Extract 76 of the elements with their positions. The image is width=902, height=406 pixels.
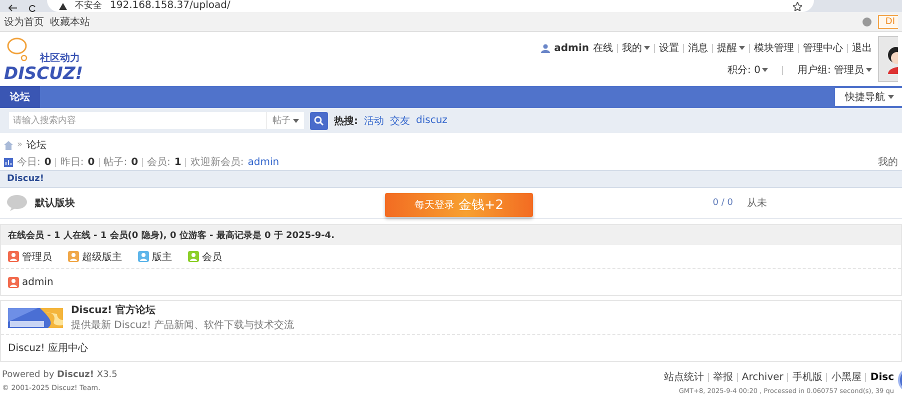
stat-label: 会员: bbox=[147, 156, 170, 169]
category-title[interactable]: Discuz! bbox=[7, 174, 44, 184]
hot-search-link[interactable]: discuz bbox=[416, 115, 448, 126]
footer-link[interactable]: 站点统计 bbox=[664, 370, 704, 384]
user-menu-link[interactable]: 模块管理 bbox=[754, 41, 794, 55]
text-link[interactable]: Discuz! 应用中心 bbox=[8, 341, 88, 355]
forum-counts: 0 / 0 bbox=[712, 198, 733, 208]
last-post: 从未 bbox=[747, 196, 768, 210]
user-menu-link[interactable]: 设置 bbox=[659, 41, 679, 55]
breadcrumb-separator: » bbox=[17, 140, 23, 150]
featured-link-title[interactable]: Discuz! 官方论坛 bbox=[71, 303, 294, 317]
caret-icon bbox=[739, 46, 745, 50]
stat-value: 0 bbox=[44, 156, 52, 168]
stat-value: 0 bbox=[131, 156, 138, 168]
user-icon bbox=[541, 44, 550, 52]
stat-label: 昨日: bbox=[60, 156, 84, 169]
stat-label: 欢迎新会员: bbox=[190, 156, 244, 169]
footer-link[interactable]: 小黑屋 bbox=[831, 370, 862, 384]
breadcrumb-link[interactable]: 论坛 bbox=[26, 138, 47, 152]
warning-icon bbox=[59, 2, 67, 10]
security-label: 不安全 bbox=[75, 0, 102, 12]
user-menu-link[interactable]: 管理中心 bbox=[803, 41, 843, 55]
hot-search-link[interactable]: 活动 bbox=[364, 114, 384, 128]
logo-text[interactable]: DISCUZ! bbox=[4, 65, 94, 83]
quick-nav-button[interactable]: 快捷导航 bbox=[835, 88, 902, 106]
legend-label: 会员 bbox=[202, 250, 222, 264]
star-icon[interactable] bbox=[793, 2, 802, 10]
logo-tagline: 社区动力 bbox=[40, 52, 81, 65]
online-user-link[interactable]: admin bbox=[22, 276, 54, 288]
hot-search-label: 热搜: bbox=[334, 114, 358, 128]
user-menu-link[interactable]: 消息 bbox=[688, 41, 708, 55]
footer-link[interactable]: 手机版 bbox=[792, 370, 822, 384]
daily-login-banner: 每天登录 金钱+2 bbox=[385, 193, 533, 217]
topbar-link[interactable]: 收藏本站 bbox=[50, 14, 90, 28]
reload-icon[interactable] bbox=[28, 4, 37, 12]
avatar[interactable] bbox=[878, 36, 898, 82]
user-menu-link[interactable]: 我的 bbox=[622, 41, 650, 55]
powered-by: Powered by Discuz! X3.5 bbox=[2, 370, 118, 380]
featured-link-description: 提供最新 Discuz! 产品新闻、软件下载与技术交流 bbox=[71, 318, 294, 332]
user-meta-link[interactable]: 积分: 0 bbox=[728, 63, 768, 77]
footer-link[interactable]: 举报 bbox=[712, 370, 733, 384]
search-type-select[interactable]: 帖子 bbox=[266, 112, 304, 129]
stat-label: 帖子: bbox=[104, 156, 128, 169]
user-menu-link[interactable]: 退出 bbox=[852, 41, 872, 55]
caret-icon bbox=[888, 95, 894, 99]
footer-link[interactable]: Disc bbox=[870, 372, 894, 382]
stat-label: 今日: bbox=[17, 156, 40, 169]
legend-label: 管理员 bbox=[22, 250, 52, 264]
online-summary: 在线会员 - 1 人在线 - 1 会员(0 隐身), 0 位游客 - 最高记录是 0 于 2025-9-4. bbox=[8, 229, 334, 242]
caret-icon bbox=[866, 68, 872, 72]
username-link[interactable]: admin bbox=[554, 42, 589, 54]
new-member-link[interactable]: admin bbox=[248, 156, 280, 168]
topbar-link[interactable]: 设为首页 bbox=[4, 14, 44, 28]
my-link[interactable]: 我的 bbox=[878, 155, 898, 169]
search-button[interactable] bbox=[310, 112, 328, 130]
footer-link[interactable]: Archiver bbox=[742, 372, 784, 382]
user-meta-link[interactable]: 用户组: 管理员 bbox=[797, 63, 872, 77]
caret-icon bbox=[762, 68, 768, 72]
caret-icon bbox=[644, 46, 650, 50]
search-field[interactable]: 请输入搜索内容 帖子 bbox=[9, 112, 304, 129]
caret-icon bbox=[292, 118, 298, 122]
online-status: 在线 bbox=[593, 42, 613, 55]
stat-value: 0 bbox=[88, 156, 95, 168]
url-text: 192.168.158.37/upload/ bbox=[110, 0, 230, 12]
legend-label: 超级版主 bbox=[82, 250, 122, 264]
nav-tab[interactable]: 论坛 bbox=[0, 86, 40, 108]
hot-search-link[interactable]: 交友 bbox=[390, 114, 410, 128]
address-bar[interactable]: 不安全 192.168.158.37/upload/ bbox=[47, 0, 814, 12]
forum-icon bbox=[7, 195, 27, 211]
stat-value: 1 bbox=[174, 156, 182, 168]
legend-label: 版主 bbox=[152, 250, 172, 264]
chart-icon bbox=[4, 158, 13, 166]
forum-name[interactable]: 默认版块 bbox=[35, 196, 75, 210]
search-icon bbox=[314, 116, 324, 126]
user-menu-link[interactable]: 提醒 bbox=[717, 41, 745, 55]
back-icon[interactable] bbox=[8, 4, 18, 12]
